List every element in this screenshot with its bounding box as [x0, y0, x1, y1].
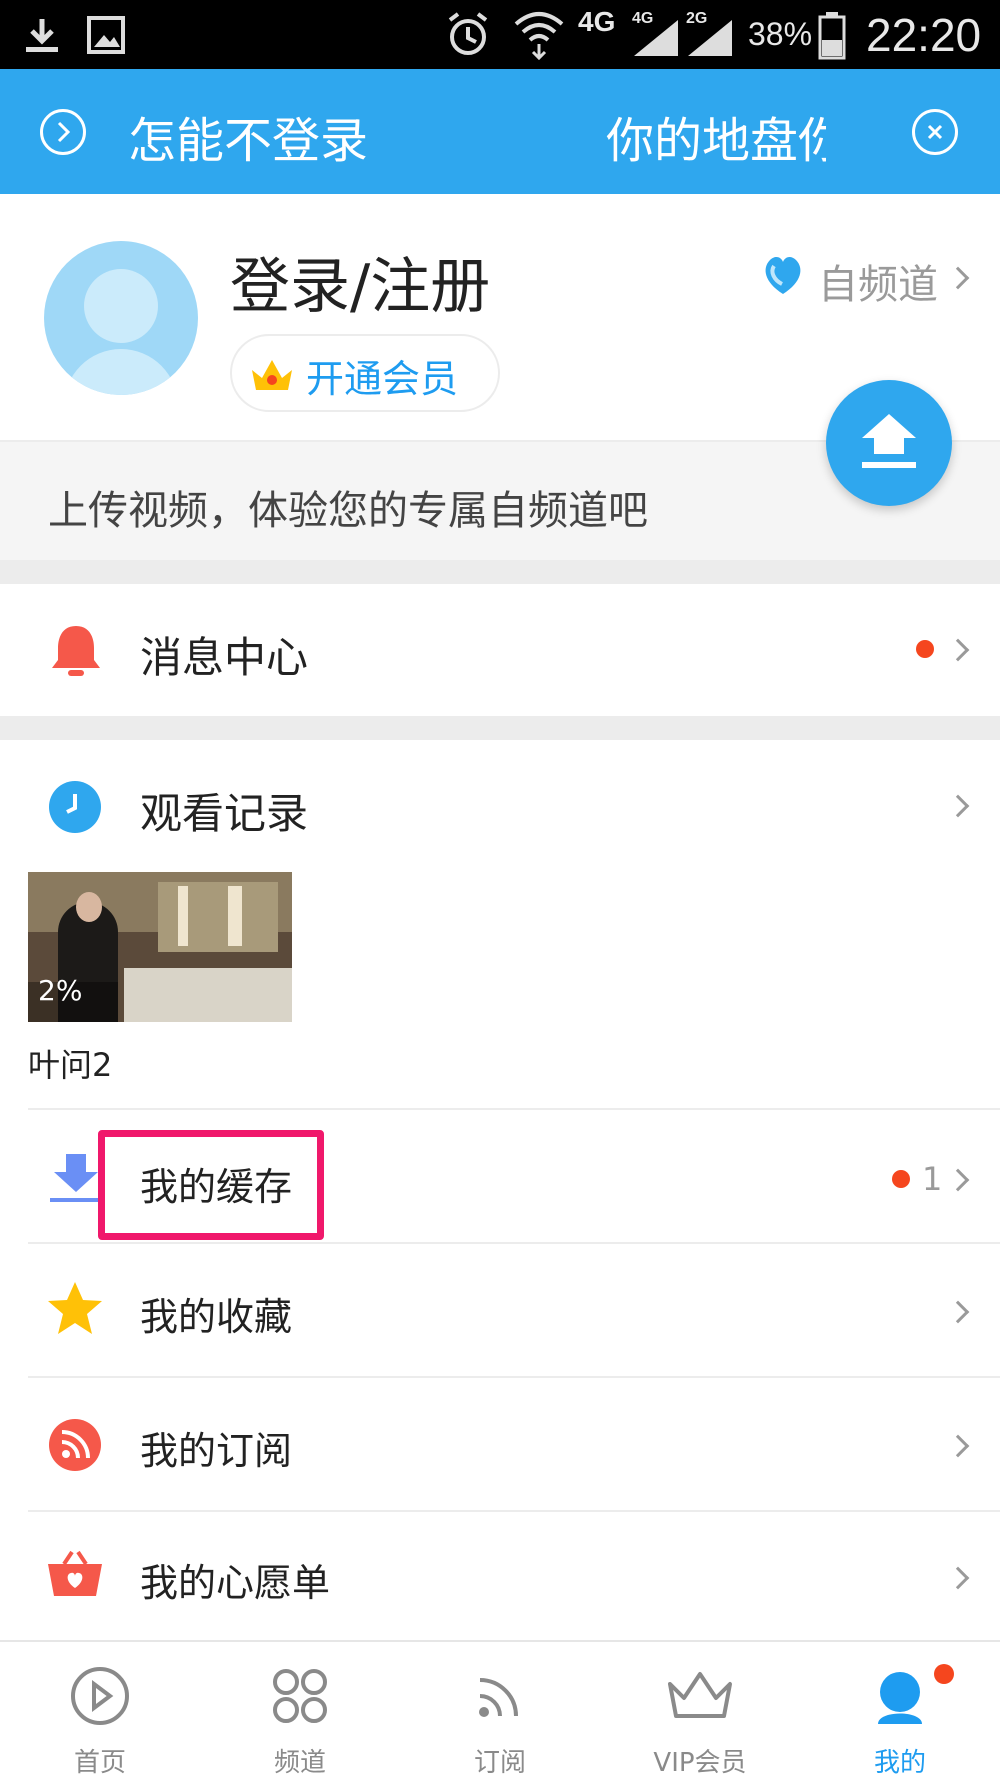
profile-icon — [878, 1672, 922, 1724]
clock-icon — [49, 781, 101, 833]
downloads-count: 1 — [922, 1160, 943, 1198]
login-banner[interactable]: 怎能不登录 你的地盘你 — [0, 69, 1000, 194]
close-circle-icon[interactable] — [912, 109, 958, 155]
unread-dot — [916, 640, 934, 658]
bell-icon — [52, 626, 100, 676]
section-divider — [0, 560, 1000, 584]
my-wishlist-label: 我的心愿单 — [140, 1561, 331, 1605]
chevron-right-icon — [946, 638, 970, 662]
status-bar: 4G 4G 2G 38% 22:20 — [0, 0, 1000, 69]
avatar[interactable] — [44, 241, 198, 395]
battery-percent: 38% — [748, 16, 813, 52]
wifi-icon — [514, 12, 564, 60]
upload-button[interactable] — [826, 380, 952, 506]
grid-icon — [273, 1669, 327, 1723]
download-icon — [50, 1154, 102, 1202]
clock: 22:20 — [866, 9, 982, 61]
tab-label: 订阅 — [473, 1748, 526, 1778]
watch-history-row[interactable]: 观看记录 — [0, 740, 1000, 870]
highlight-box — [98, 1130, 324, 1240]
unread-dot — [892, 1170, 910, 1188]
notification-dot — [934, 1664, 954, 1684]
signal-icon — [688, 20, 732, 56]
tab-label: VIP会员 — [653, 1748, 747, 1778]
tab-label: 首页 — [73, 1748, 126, 1778]
basket-icon — [48, 1550, 102, 1596]
section-divider — [0, 716, 1000, 740]
channel-icon — [765, 256, 801, 294]
my-subscriptions-row[interactable]: 我的订阅 — [0, 1378, 1000, 1510]
chevron-right-icon — [946, 1300, 970, 1324]
my-downloads-row[interactable]: 我的缓存 1 — [0, 1110, 1000, 1242]
tab-subscriptions[interactable]: 订阅 — [400, 1642, 600, 1780]
tab-label: 频道 — [273, 1748, 326, 1778]
message-center-row[interactable]: 消息中心 — [0, 584, 1000, 716]
tab-vip[interactable]: VIP会员 — [600, 1642, 800, 1780]
upload-hint-text: 上传视频，体验您的专属自频道吧 — [48, 488, 648, 534]
battery-icon — [818, 12, 846, 60]
watch-progress: 2% — [38, 974, 83, 1007]
play-circle-icon[interactable] — [40, 109, 86, 155]
history-thumbnail[interactable]: 2% — [28, 872, 292, 1022]
banner-text-right: 你的地盘你 — [606, 113, 826, 169]
bottom-tab-bar: 首页 频道 订阅 VIP会员 我的 — [0, 1640, 1000, 1778]
rss-icon — [49, 1419, 101, 1471]
signal-icon — [634, 20, 678, 56]
chevron-right-icon — [946, 1566, 970, 1590]
crown-icon — [668, 1672, 732, 1718]
tab-mine[interactable]: 我的 — [800, 1642, 1000, 1780]
chevron-right-icon — [946, 1434, 970, 1458]
download-icon — [26, 19, 58, 52]
watch-history-label: 观看记录 — [140, 789, 309, 838]
chevron-right-icon — [946, 1168, 970, 1192]
crown-icon — [252, 360, 292, 390]
my-wishlist-row[interactable]: 我的心愿单 — [0, 1512, 1000, 1638]
upload-icon — [862, 414, 916, 468]
tab-channels[interactable]: 频道 — [200, 1642, 400, 1780]
chevron-right-icon — [946, 794, 970, 818]
self-channel-link[interactable]: 自频道 — [818, 252, 938, 310]
image-icon — [87, 16, 125, 54]
rss-icon — [479, 1678, 518, 1717]
network-type: 4G — [578, 6, 616, 37]
vip-button-label: 开通会员 — [306, 357, 459, 401]
banner-text-left: 怎能不登录 — [128, 113, 369, 169]
message-center-label: 消息中心 — [140, 633, 309, 682]
star-icon — [48, 1282, 102, 1334]
tab-home[interactable]: 首页 — [0, 1642, 200, 1780]
vip-button[interactable]: 开通会员 — [230, 334, 500, 412]
my-subscriptions-label: 我的订阅 — [140, 1429, 293, 1473]
play-circle-icon — [71, 1667, 129, 1725]
my-favorites-label: 我的收藏 — [140, 1295, 293, 1339]
my-favorites-row[interactable]: 我的收藏 — [0, 1244, 1000, 1376]
alarm-icon — [448, 12, 488, 55]
tab-label: 我的 — [873, 1748, 926, 1778]
login-register-link[interactable]: 登录/注册 — [230, 238, 490, 325]
chevron-right-icon — [946, 266, 970, 290]
history-item-title: 叶问2 — [28, 1046, 113, 1084]
